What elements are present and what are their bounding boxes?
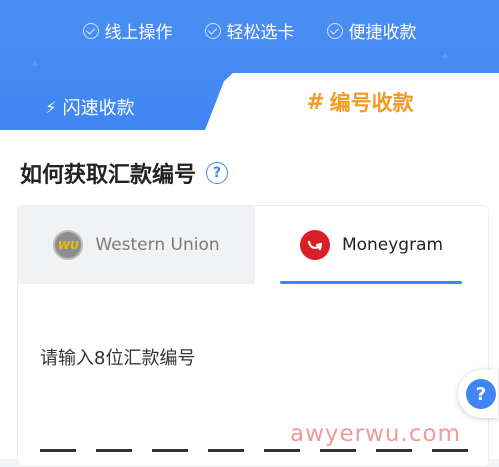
code-slot[interactable] [96,449,132,452]
western-union-logo-icon: WU [53,230,84,260]
feature-label: 线上操作 [104,23,173,43]
tab-label: Western Union [95,235,220,255]
check-circle-icon [326,22,343,39]
tab-western-union[interactable]: WU Western Union [18,206,255,284]
code-slot[interactable] [376,449,412,452]
moneygram-logo-icon [299,230,330,260]
code-slot[interactable] [208,449,244,452]
code-input[interactable] [40,449,468,452]
tab-number-receive[interactable]: # 编号收款 [250,73,470,131]
moneygram-swoosh-icon [307,240,323,251]
feature-label: 便捷收款 [348,23,417,43]
code-slot[interactable] [152,449,188,452]
active-tab-indicator [280,281,462,284]
code-slot[interactable] [432,449,468,452]
feature-item: 便捷收款 [326,18,417,43]
feature-item: 轻松选卡 [204,18,295,43]
watermark: awyerwu.com [290,421,461,447]
code-slot[interactable] [264,449,300,452]
lightning-icon: ⚡︎ [45,97,57,117]
feature-item: 线上操作 [82,18,173,43]
tab-fast-receive[interactable]: ⚡︎ 闪速收款 [0,82,230,130]
floating-help-button[interactable]: ? [458,370,498,418]
section-title-text: 如何获取汇款编号 [20,163,197,188]
help-icon[interactable]: ? [206,162,229,184]
section-title: 如何获取汇款编号 ? [20,157,229,189]
feature-list: 线上操作 轻松选卡 便捷收款 [0,18,499,43]
hash-icon: # [306,89,322,115]
code-slot[interactable] [320,449,356,452]
check-circle-icon [82,22,99,39]
tab-label: 闪速收款 [62,98,135,119]
tab-label: 编号收款 [329,91,414,115]
code-slot[interactable] [40,449,76,452]
main-content: 如何获取汇款编号 ? WU Western Union Moneygram 请输… [0,130,499,467]
tab-label: Moneygram [341,235,444,255]
check-circle-icon [204,22,221,39]
question-mark-icon: ? [466,379,496,409]
code-input-label: 请输入8位汇款编号 [40,348,196,369]
feature-label: 轻松选卡 [226,23,295,43]
tab-moneygram[interactable]: Moneygram [255,206,488,284]
